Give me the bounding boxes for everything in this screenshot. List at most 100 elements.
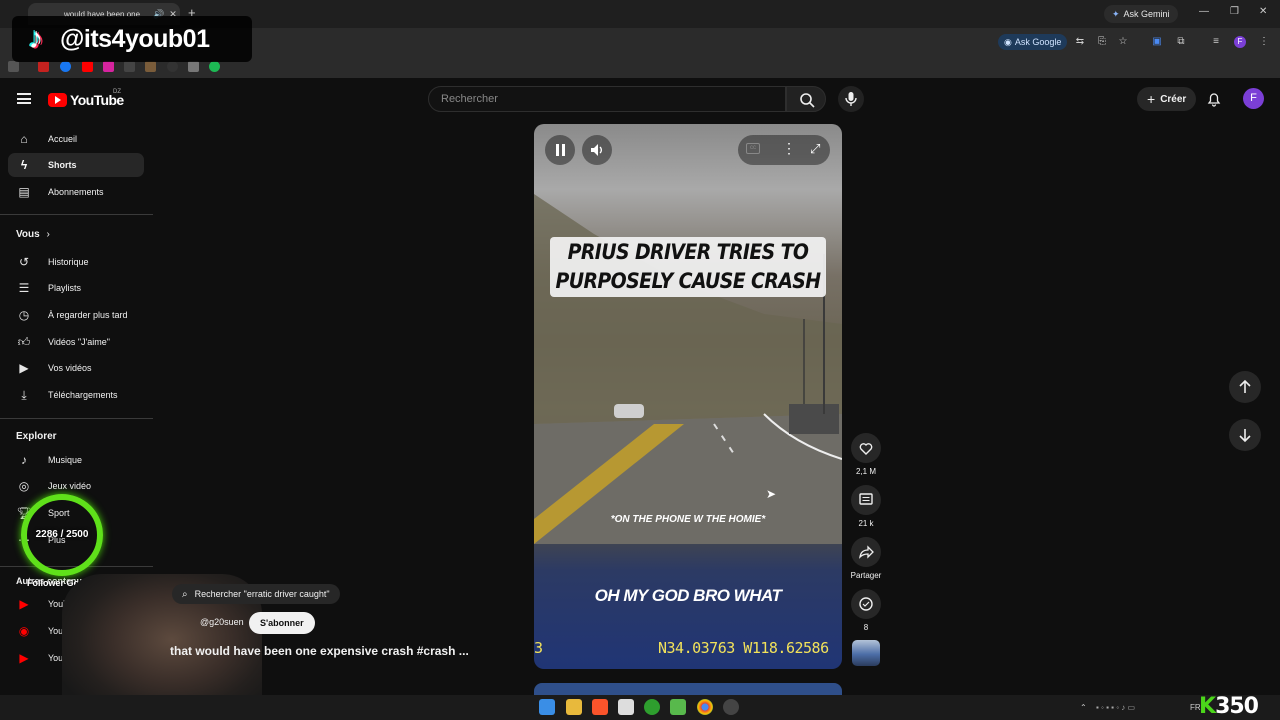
bookmark-icon[interactable]	[167, 61, 178, 72]
translate-icon[interactable]: ⇆	[1074, 36, 1086, 48]
like-button[interactable]	[851, 433, 881, 463]
extensions-puzzle-icon[interactable]: ⧉	[1175, 36, 1187, 48]
related-search-chip[interactable]: ⌕ Rechercher "erratic driver caught"	[172, 584, 340, 604]
sidebar-item-label: À regarder plus tard	[48, 310, 128, 320]
create-button[interactable]: + Créer	[1137, 87, 1197, 111]
volume-button[interactable]	[582, 135, 612, 165]
sound-thumbnail[interactable]	[852, 640, 880, 666]
youtube-kids-icon: ▶	[19, 651, 29, 665]
ask-gemini-label: Ask Gemini	[1123, 9, 1170, 19]
fullscreen-icon[interactable]: ⤢	[810, 141, 820, 157]
pause-button[interactable]	[545, 135, 575, 165]
channel-name[interactable]: @g20suen	[200, 617, 244, 627]
bookmark-icon[interactable]	[188, 61, 199, 72]
sidebar-item-label: Jeux vidéo	[48, 481, 92, 491]
file-explorer-icon[interactable]	[566, 699, 582, 715]
tiktok-logo-icon: ♪	[28, 22, 44, 55]
brave-browser-icon[interactable]	[592, 699, 608, 715]
media-control-icon[interactable]: ≡	[1210, 36, 1222, 48]
sidebar-explore-header: Explorer	[16, 431, 57, 442]
microphone-icon	[845, 92, 857, 106]
gemini-icon: ✦	[1112, 8, 1120, 19]
next-short-preview[interactable]	[534, 683, 842, 695]
close-window-icon[interactable]: ✕	[1259, 6, 1267, 17]
arrow-down-icon	[1239, 429, 1251, 443]
sidebar-item-your-videos[interactable]: ▶ Vos vidéos	[8, 356, 144, 380]
you-header-label: Vous	[16, 229, 40, 240]
sidebar-item-liked-videos[interactable]: 👍︎ Vidéos "J'aime"	[8, 330, 144, 354]
your-videos-icon: ▶	[19, 361, 29, 375]
taskbar-app-icon[interactable]	[670, 699, 686, 715]
video-gps-fragment: 3	[534, 639, 544, 657]
remix-button[interactable]	[851, 589, 881, 619]
captions-icon[interactable]: cc	[746, 143, 760, 154]
sidebar-item-gaming[interactable]: ◎ Jeux vidéo	[8, 474, 144, 498]
video-title[interactable]: that would have been one expensive crash…	[170, 644, 469, 658]
previous-short-button[interactable]	[1229, 371, 1261, 403]
comments-button[interactable]	[851, 485, 881, 515]
search-button[interactable]	[786, 86, 826, 112]
extension-icon[interactable]: ▣	[1151, 36, 1163, 48]
sidebar-item-watch-later[interactable]: ◷ À regarder plus tard	[8, 303, 144, 327]
volume-icon	[591, 144, 602, 156]
apps-icon[interactable]	[8, 61, 19, 72]
sidebar-item-home[interactable]: ⌂ Accueil	[8, 127, 144, 151]
chrome-icon[interactable]	[697, 699, 713, 715]
chevron-right-icon: ›	[46, 229, 50, 240]
instagram-bookmark-icon[interactable]	[103, 61, 114, 72]
sidebar-item-history[interactable]: ↺ Historique	[8, 250, 144, 274]
browser-menu-icon[interactable]: ⋮	[1258, 36, 1270, 48]
video-caption-line-1: PRIUS DRIVER TRIES TO	[567, 240, 809, 264]
obs-icon[interactable]	[723, 699, 739, 715]
bookmark-star-icon[interactable]: ☆	[1117, 36, 1129, 48]
tray-icons[interactable]: ▪ ◦ ▪ ▪ ◦ ♪ ▭	[1096, 703, 1135, 712]
share-label: Partager	[850, 571, 882, 580]
playlists-icon: ☰	[18, 281, 30, 295]
tiktok-handle: @its4youb01	[60, 24, 210, 53]
sidebar-item-label: Musique	[48, 455, 83, 465]
sidebar-item-label: Accueil	[48, 134, 78, 144]
restore-icon[interactable]: ❐	[1230, 6, 1239, 17]
spotify-bookmark-icon[interactable]	[209, 61, 220, 72]
sidebar-item-subscriptions[interactable]: ▤ Abonnements	[8, 180, 144, 204]
account-avatar[interactable]: F	[1243, 88, 1264, 109]
gaming-icon: ◎	[18, 479, 30, 493]
sidebar-item-downloads[interactable]: ⤓ Téléchargements	[8, 383, 144, 407]
history-icon: ↺	[18, 255, 30, 269]
youtube-bookmark-icon[interactable]	[82, 61, 93, 72]
search-input[interactable]: Rechercher	[428, 86, 786, 112]
sidebar-item-label: Téléchargements	[48, 390, 118, 400]
share-button[interactable]	[851, 537, 881, 567]
sidebar-item-music[interactable]: ♪ Musique	[8, 448, 144, 472]
next-short-button[interactable]	[1229, 419, 1261, 451]
more-options-icon[interactable]: ⋮	[782, 140, 796, 157]
sidebar-item-shorts[interactable]: ϟ Shorts	[8, 153, 144, 177]
country-code: DZ	[113, 89, 121, 95]
pause-icon	[556, 144, 565, 156]
bookmark-icon[interactable]	[124, 61, 135, 72]
youtube-music-icon: ◉	[18, 624, 30, 638]
ask-gemini-button[interactable]: ✦ Ask Gemini	[1104, 5, 1178, 23]
start-menu-icon[interactable]	[539, 699, 555, 715]
gmail-bookmark-icon[interactable]	[38, 61, 49, 72]
profile-avatar[interactable]: F	[1234, 36, 1246, 48]
voice-search-button[interactable]	[838, 86, 864, 112]
comment-count: 21 k	[858, 519, 874, 528]
subscribe-button[interactable]: S'abonner	[249, 612, 315, 634]
sidebar-item-playlists[interactable]: ☰ Playlists	[8, 276, 144, 300]
bookmark-icon[interactable]	[145, 61, 156, 72]
shorts-icon: ϟ	[20, 158, 28, 172]
sidebar-you-header[interactable]: Vous ›	[16, 229, 50, 240]
remix-count: 8	[863, 623, 869, 632]
store-icon[interactable]	[618, 699, 634, 715]
menu-icon[interactable]	[17, 93, 31, 104]
ask-google-button[interactable]: ◉ Ask Google	[998, 34, 1068, 50]
tray-overflow-icon[interactable]: ⌃	[1080, 703, 1087, 712]
notifications-bell-icon[interactable]	[1206, 91, 1222, 107]
install-icon[interactable]: ⎘	[1096, 36, 1108, 48]
search-icon: ⌕	[182, 588, 188, 600]
tiktok-watermark: ♪ @its4youb01	[12, 16, 252, 62]
xbox-icon[interactable]	[644, 699, 660, 715]
minimize-icon[interactable]: —	[1199, 6, 1209, 17]
facebook-bookmark-icon[interactable]	[60, 61, 71, 72]
